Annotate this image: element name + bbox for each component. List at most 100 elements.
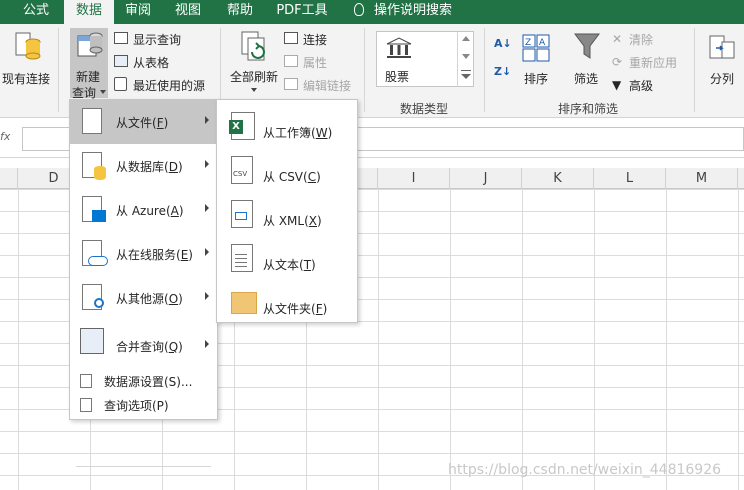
ribbon-separator <box>58 28 59 112</box>
clear-button[interactable]: ✕ 清除 <box>612 31 653 48</box>
menu-item-combine-queries[interactable]: 合并查询(Q) <box>70 324 217 368</box>
tab-help[interactable]: 帮助 <box>218 0 262 24</box>
existing-connections-button[interactable]: 现有连接 <box>0 28 52 98</box>
reapply-button[interactable]: ⟳ 重新应用 <box>612 54 677 71</box>
tell-me-search[interactable]: 操作说明搜索 <box>354 0 452 24</box>
chevron-right-icon <box>205 204 209 212</box>
tab-view[interactable]: 视图 <box>166 0 210 24</box>
chevron-right-icon <box>205 340 209 348</box>
edit-links-button[interactable]: 编辑链接 <box>284 77 351 94</box>
submenu-item-from-workbook[interactable]: X 从工作簿(W) <box>217 104 357 148</box>
sort-filter-group-label: 排序和筛选 <box>558 102 619 116</box>
new-query-icon <box>77 32 103 57</box>
column-header-j[interactable]: J <box>450 168 522 189</box>
tab-review[interactable]: 审阅 <box>116 0 160 24</box>
clock-document-icon <box>114 77 127 91</box>
show-queries-label: 显示查询 <box>133 33 182 47</box>
advanced-filter-icon: ▼ <box>612 78 622 92</box>
properties-label: 属性 <box>303 56 328 70</box>
existing-connections-icon <box>15 32 41 60</box>
tab-pdf-tools[interactable]: PDF工具 <box>270 0 334 24</box>
column-header-i[interactable]: I <box>378 168 450 189</box>
chevron-down-icon <box>251 88 257 92</box>
column-header-partial[interactable] <box>0 168 18 189</box>
filter-button[interactable]: 筛选 <box>568 28 606 92</box>
chevron-down-icon <box>100 90 106 94</box>
csv-icon-text: CSV <box>233 170 248 178</box>
connections-button[interactable]: 连接 <box>284 31 327 48</box>
menu-item-label: 从文件(F) <box>116 116 169 130</box>
expand-icon <box>461 74 471 79</box>
menu-item-from-file[interactable]: 从文件(F) <box>70 100 217 144</box>
refresh-all-button[interactable]: 全部刷新 <box>228 28 280 98</box>
data-types-gallery[interactable]: 股票 <box>376 31 474 87</box>
gallery-scroll[interactable] <box>457 32 474 86</box>
from-table-button[interactable]: 从表格 <box>114 54 169 71</box>
grid-line <box>450 189 451 490</box>
submenu-item-from-folder[interactable]: 从文件夹(F) <box>217 280 357 324</box>
properties-button[interactable]: 属性 <box>284 54 327 71</box>
windows-logo-icon <box>92 210 106 222</box>
clear-label: 清除 <box>629 33 654 47</box>
menu-item-label: 合并查询(Q) <box>116 340 183 354</box>
column-header-k[interactable]: K <box>522 168 594 189</box>
submenu-item-from-xml[interactable]: 从 XML(X) <box>217 192 357 236</box>
clear-filter-icon: ✕ <box>612 32 623 46</box>
chevron-right-icon <box>205 160 209 168</box>
grid-line <box>522 189 523 490</box>
menu-item-label: 从其他源(O) <box>116 292 183 306</box>
fx-icon[interactable]: fx <box>0 130 10 143</box>
sort-ascending-button[interactable]: A↓ <box>494 36 514 54</box>
grid-line <box>666 189 667 490</box>
connections-label: 连接 <box>303 33 328 47</box>
submenu-item-from-text[interactable]: 从文本(T) <box>217 236 357 280</box>
advanced-label: 高级 <box>629 79 654 93</box>
more-icon[interactable] <box>461 70 471 71</box>
connections-icon <box>284 32 298 44</box>
split-label: 分列 <box>710 72 735 86</box>
chevron-up-icon[interactable] <box>462 36 470 41</box>
xml-globe-icon <box>235 212 247 220</box>
new-query-button[interactable]: 新建 查询 <box>70 28 108 100</box>
recent-sources-button[interactable]: 最近使用的源 <box>114 77 205 94</box>
menu-item-label: 查询选项(P) <box>104 399 169 413</box>
link-icon <box>284 78 298 90</box>
menu-item-from-database[interactable]: 从数据库(D) <box>70 144 217 188</box>
tell-me-label: 操作说明搜索 <box>374 3 453 18</box>
sort-label: 排序 <box>524 72 549 86</box>
data-types-group-label: 数据类型 <box>400 102 449 116</box>
column-header-l[interactable]: L <box>594 168 666 189</box>
submenu-item-label: 从文本(T) <box>263 258 316 272</box>
combine-table-icon <box>80 328 104 354</box>
sort-descending-button[interactable]: Z↓ <box>494 64 514 82</box>
ribbon-separator <box>484 28 485 112</box>
advanced-button[interactable]: ▼ 高级 <box>612 77 653 94</box>
ribbon-tab-bar: 公式 数据 审阅 视图 帮助 PDF工具 操作说明搜索 <box>0 0 744 24</box>
chevron-right-icon <box>205 248 209 256</box>
menu-item-from-online-services[interactable]: 从在线服务(E) <box>70 232 217 276</box>
chevron-right-icon <box>205 116 209 124</box>
menu-item-from-other-sources[interactable]: 从其他源(O) <box>70 276 217 320</box>
grid-line <box>594 189 595 490</box>
menu-separator <box>76 466 211 467</box>
text-to-columns-button[interactable]: 分列 <box>702 28 740 92</box>
svg-text:A: A <box>539 38 546 48</box>
chevron-down-icon[interactable] <box>462 54 470 59</box>
menu-item-from-azure[interactable]: 从 Azure(A) <box>70 188 217 232</box>
submenu-item-label: 从工作簿(W) <box>263 126 333 140</box>
menu-item-data-source-settings[interactable]: 数据源设置(S)... <box>70 370 217 392</box>
submenu-item-from-csv[interactable]: CSV 从 CSV(C) <box>217 148 357 192</box>
reapply-label: 重新应用 <box>629 56 678 70</box>
recent-sources-label: 最近使用的源 <box>133 79 206 93</box>
sort-button[interactable]: Z A 排序 <box>518 28 554 92</box>
menu-item-label: 从数据库(D) <box>116 160 183 174</box>
column-header-m[interactable]: M <box>666 168 738 189</box>
options-document-icon <box>80 398 92 412</box>
menu-item-query-options[interactable]: 查询选项(P) <box>70 394 217 416</box>
from-file-submenu: X 从工作簿(W) CSV 从 CSV(C) 从 XML(X) 从文本(T) 从… <box>216 99 358 323</box>
folder-icon <box>231 292 257 314</box>
show-queries-button[interactable]: 显示查询 <box>114 31 181 48</box>
tab-data[interactable]: 数据 <box>64 0 114 24</box>
tab-formulas[interactable]: 公式 <box>14 0 58 24</box>
sort-dialog-icon: Z A <box>522 34 550 62</box>
